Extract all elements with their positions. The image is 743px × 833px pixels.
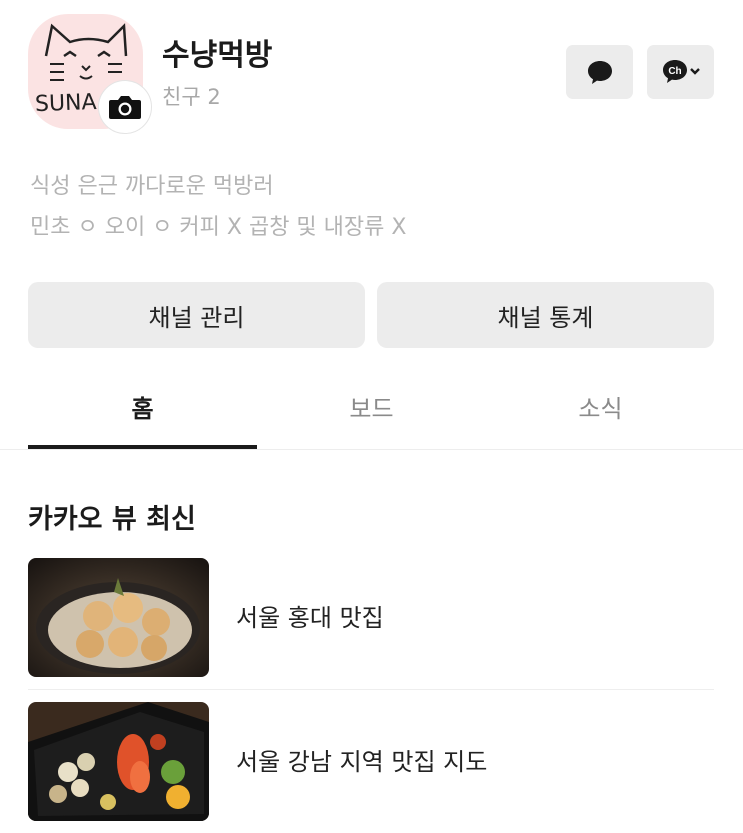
bio-line: 식성 은근 까다로운 먹방러: [30, 174, 274, 199]
channel-description: 식성 은근 까다로운 먹방러 민초 ㅇ 오이 ㅇ 커피 X 곱창 및 내장류 X: [30, 166, 406, 248]
divider: [28, 689, 714, 690]
channel-stats-button[interactable]: 채널 통계: [377, 282, 714, 348]
tab-news[interactable]: 소식: [486, 375, 715, 450]
friend-count[interactable]: 친구 2: [162, 81, 221, 111]
section-title: 카카오 뷰 최신: [28, 504, 196, 535]
channel-chat-icon: Ch: [662, 60, 700, 83]
item-title: 서울 강남 지역 맛집 지도: [236, 748, 488, 776]
chat-bubble-icon: [587, 61, 612, 84]
avatar-text: SUNA: [34, 89, 97, 118]
chat-button[interactable]: [566, 45, 633, 99]
change-photo-button[interactable]: [98, 80, 152, 134]
channel-badge-text: Ch: [668, 66, 681, 77]
bio-line: 민초 ㅇ 오이 ㅇ 커피 X 곱창 및 내장류 X: [30, 215, 407, 240]
thumbnail-image: [28, 702, 209, 821]
thumbnail-image: [28, 558, 209, 677]
tab-home[interactable]: 홈: [28, 375, 257, 450]
divider: [0, 449, 743, 450]
tab-bar: 홈 보드 소식: [28, 375, 714, 450]
tab-board[interactable]: 보드: [257, 375, 486, 450]
camera-icon: [109, 96, 141, 119]
channel-profile: SUNA 수냥먹방 친구 2 Ch: [28, 14, 718, 134]
channel-manage-button[interactable]: 채널 관리: [28, 282, 365, 348]
channel-name: 수냥먹방: [162, 38, 273, 73]
channel-chat-button[interactable]: Ch: [647, 45, 714, 99]
item-title: 서울 홍대 맛집: [236, 604, 384, 632]
list-item[interactable]: 서울 홍대 맛집: [28, 558, 714, 678]
list-item[interactable]: 서울 강남 지역 맛집 지도: [28, 702, 714, 822]
